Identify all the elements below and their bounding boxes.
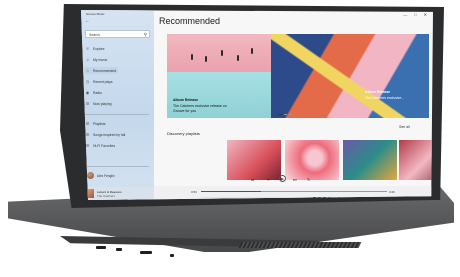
hero-figure xyxy=(237,55,239,61)
playlist-tile[interactable] xyxy=(285,140,339,180)
playlist-tile[interactable] xyxy=(399,140,433,180)
sidebar-item-label: Radio xyxy=(93,90,102,95)
usb-c-port xyxy=(116,248,122,251)
playlist-icon: ☰ xyxy=(85,121,90,126)
back-icon[interactable]: ← xyxy=(85,18,90,24)
app-title: Groove Music xyxy=(86,12,105,16)
hdmi-port xyxy=(140,251,152,254)
avatar[interactable] xyxy=(87,172,94,179)
window-controls: — □ ✕ xyxy=(403,12,427,17)
elapsed-time: 0:53 xyxy=(191,190,197,194)
compass-icon: ☉ xyxy=(85,46,90,51)
minimize-icon[interactable]: — xyxy=(403,12,407,17)
search-icon[interactable]: ⚲ xyxy=(144,32,147,38)
sidebar-item-explore[interactable]: ☉ Explore xyxy=(85,46,105,51)
clock-icon: ◷ xyxy=(85,79,90,84)
search-label: Search xyxy=(89,32,101,37)
playlist-tile[interactable] xyxy=(227,140,281,180)
sidebar-playlist-item[interactable]: ☰ Hi-Fi Favorites xyxy=(85,143,115,148)
sidebar-item-label: Playlists xyxy=(93,121,106,126)
audio-jack xyxy=(170,254,174,257)
sidebar-divider xyxy=(85,166,149,167)
see-all-link[interactable]: See all xyxy=(399,125,410,129)
sidebar-playlist-item[interactable]: ☰ Songs inspired by fall xyxy=(85,132,126,137)
hero-badge: Album Release xyxy=(173,98,199,102)
hero-figure xyxy=(205,56,207,62)
hero-figure xyxy=(191,54,193,60)
radio-icon: ◉ xyxy=(85,90,90,95)
pagination-dot[interactable] xyxy=(289,114,292,115)
playlist-icon: ☰ xyxy=(85,132,90,137)
maximize-icon[interactable]: □ xyxy=(414,12,416,17)
usb-port xyxy=(96,246,106,249)
hero-art-stained-glass xyxy=(271,34,429,118)
close-icon[interactable]: ✕ xyxy=(424,12,427,17)
now-playing-artist: The Catchers xyxy=(97,194,116,198)
hero-art-left-top xyxy=(167,34,271,72)
sidebar-item-label: Recent plays xyxy=(93,79,113,84)
remaining-time: 3:26 xyxy=(389,190,395,194)
sidebar-item-label: Recommended xyxy=(93,68,116,73)
seek-bar-progress xyxy=(201,191,261,192)
laptop-screen: Groove Music ← Search ⚲ ☉ Explore ♫ My m… xyxy=(81,10,433,200)
playlist-tile[interactable] xyxy=(343,140,397,180)
pagination-dot[interactable] xyxy=(279,114,282,115)
sidebar-item-recent-plays[interactable]: ◷ Recent plays xyxy=(85,79,113,84)
sidebar-divider xyxy=(85,114,149,115)
repeat-icon[interactable]: ↻ xyxy=(307,177,310,182)
sidebar-item-label: Hi-Fi Favorites xyxy=(93,143,116,148)
sidebar-item-now-playing[interactable]: ☰ Now playing xyxy=(85,101,112,106)
hero-figure xyxy=(221,50,223,56)
sidebar-item-label: Songs inspired by fall xyxy=(93,132,126,137)
hero-figure xyxy=(251,48,253,54)
sidebar-item-my-music[interactable]: ♫ My music xyxy=(85,57,107,62)
search-input[interactable]: Search ⚲ xyxy=(85,30,150,38)
pagination-dot[interactable] xyxy=(284,114,287,115)
music-note-icon: ♫ xyxy=(86,57,89,62)
sidebar-item-label: Now playing xyxy=(93,101,112,106)
bars-icon: ☰ xyxy=(85,101,90,106)
section-title: Discovery playlists xyxy=(167,131,200,136)
previous-icon[interactable]: ⏮ xyxy=(267,177,271,182)
user-name[interactable]: Alex Fenglin xyxy=(97,174,115,178)
hinge-vent xyxy=(238,242,362,248)
star-icon: ☆ xyxy=(85,68,90,73)
hero-right-badge: Album Release xyxy=(365,90,391,94)
sidebar-item-label: Explore xyxy=(93,46,105,51)
sidebar-item-label: My music xyxy=(93,57,108,62)
shuffle-icon[interactable]: ⇌ xyxy=(251,177,254,182)
sidebar-playlists-header[interactable]: ☰ Playlists xyxy=(85,121,106,126)
sidebar-item-radio[interactable]: ◉ Radio xyxy=(85,90,102,95)
play-button[interactable]: ▶ xyxy=(279,175,286,182)
hero-pagination[interactable] xyxy=(279,114,292,115)
next-icon[interactable]: ⏭ xyxy=(293,177,297,182)
hero-text-2: Groove for you xyxy=(173,109,197,113)
page-title: Recommended xyxy=(159,16,221,26)
hero-right-text: The Catchers exclusive... xyxy=(365,96,405,100)
sidebar-item-recommended[interactable]: ☆ Recommended xyxy=(83,67,118,74)
hero-text: The Catchers exclusive release on xyxy=(173,104,227,108)
